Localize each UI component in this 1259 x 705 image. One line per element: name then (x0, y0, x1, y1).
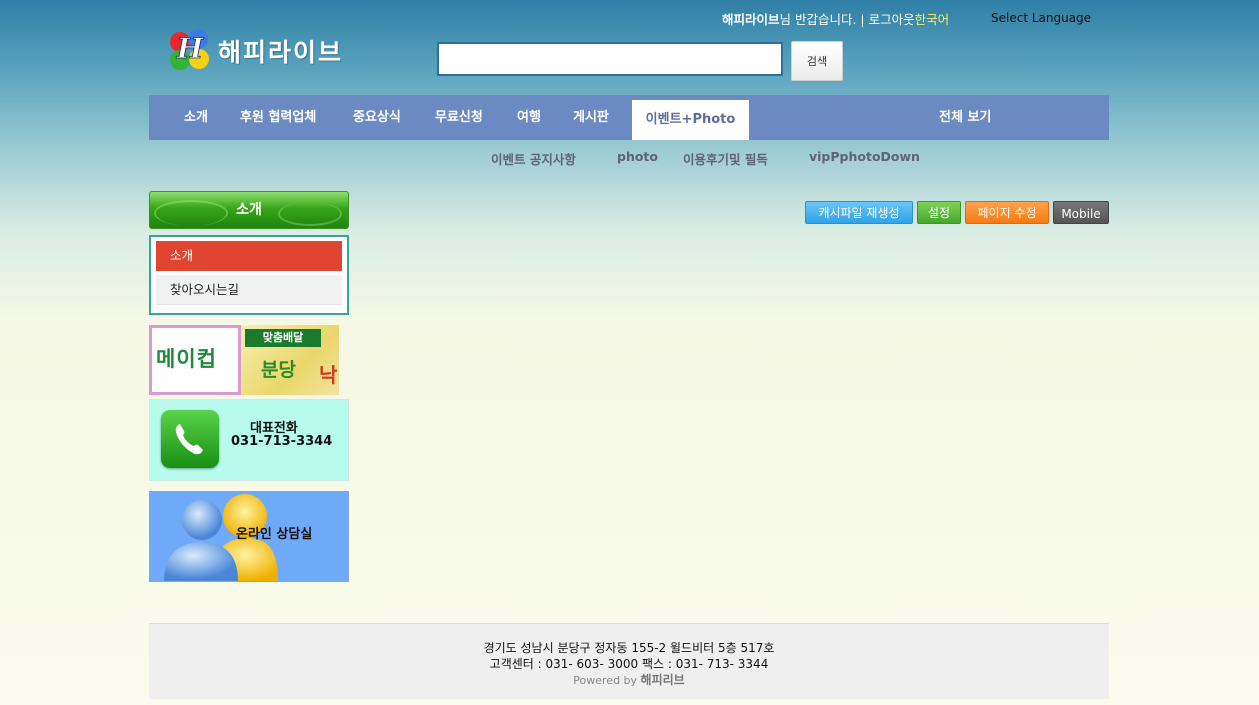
powered-by-brand[interactable]: 해피리브 (641, 673, 685, 687)
clover-logo-icon: H (170, 29, 209, 70)
mobile-button[interactable]: Mobile (1053, 201, 1109, 224)
user-bar: 해피라이브님 반갑습니다. | 로그아웃한국어 (722, 9, 949, 28)
footer-contact: 고객센터 : 031- 603- 3000 팩스 : 031- 713- 334… (489, 657, 769, 671)
makeup-banner[interactable]: 메이컵 맞춤배달 분당 낙 (149, 325, 339, 395)
footer-address: 경기도 성남시 분당구 정자동 155-2 윌드비터 5층 517호 (483, 641, 775, 655)
nav-item-sponsors[interactable]: 후원 협력업체 (240, 95, 316, 140)
decorative-swirl (278, 202, 342, 226)
branch-text: 분당 (261, 359, 296, 381)
nav-item-board[interactable]: 게시판 (573, 95, 609, 140)
nav-item-intro[interactable]: 소개 (184, 95, 208, 140)
settings-button[interactable]: 설정 (917, 201, 961, 224)
sub-nav-reviews[interactable]: 이용후기및 필독 (683, 149, 768, 168)
delivery-tag: 맞춤배달 (245, 329, 321, 347)
sidebar-title-text: 소개 (236, 202, 262, 218)
sub-nav-photo[interactable]: photo (617, 149, 658, 164)
phone-number: 031-713-3344 (231, 434, 333, 449)
makeup-banner-text: 메이컵 (156, 347, 217, 371)
sub-nav: 이벤트 공지사항 photo 이용후기및 필독 vipPphotoDown (149, 143, 1109, 171)
sub-nav-event-notice[interactable]: 이벤트 공지사항 (491, 149, 576, 168)
nav-item-travel[interactable]: 여행 (517, 95, 541, 140)
site-logo[interactable]: H 해피라이브 (166, 26, 366, 74)
banner-extra-text: 낙 (319, 363, 338, 387)
greeting-text: 님 반갑습니다. | (779, 12, 869, 27)
main-nav: 소개 후원 협력업체 중요상식 무료신청 여행 게시판 이벤트+Photo 전체… (149, 95, 1109, 140)
sidebar-item-directions[interactable]: 찾아오시는길 (156, 275, 342, 305)
svg-text:H: H (176, 32, 205, 65)
decorative-swirl (154, 200, 228, 226)
nav-item-knowledge[interactable]: 중요상식 (353, 95, 401, 140)
sidebar-title: 소개 (149, 191, 349, 229)
online-consult-banner[interactable]: 온라인 상담실 (149, 491, 349, 582)
phone-banner[interactable]: 대표전화 031-713-3344 (149, 399, 349, 481)
search-button[interactable]: 검색 (791, 41, 843, 81)
search-input[interactable] (437, 42, 783, 76)
sidebar-item-intro[interactable]: 소개 (156, 241, 342, 271)
makeup-banner-right: 맞춤배달 분당 낙 (241, 325, 339, 395)
sub-nav-vip-photo-down[interactable]: vipPphotoDown (809, 149, 920, 164)
consult-label: 온라인 상담실 (236, 527, 313, 542)
powered-by-text: Powered by (573, 674, 638, 687)
nav-item-event-photo[interactable]: 이벤트+Photo (632, 100, 749, 140)
nav-item-view-all[interactable]: 전체 보기 (939, 95, 991, 140)
edit-page-button[interactable]: 페이지 수정 (965, 201, 1049, 224)
makeup-banner-left: 메이컵 (149, 325, 241, 395)
footer: 경기도 성남시 분당구 정자동 155-2 윌드비터 5층 517호 고객센터 … (149, 623, 1109, 699)
select-language-dropdown[interactable]: Select Language (991, 11, 1091, 25)
powered-by: Powered by 해피리브 (149, 671, 1109, 688)
nav-item-free-apply[interactable]: 무료신청 (435, 95, 483, 140)
regenerate-cache-button[interactable]: 캐시파일 재생성 (805, 201, 913, 224)
logout-link[interactable]: 로그아웃 (869, 12, 915, 27)
user-name: 해피라이브 (722, 12, 780, 27)
phone-icon (161, 410, 219, 468)
site-logo-text: 해피라이브 (218, 38, 344, 67)
language-korean-link[interactable]: 한국어 (915, 12, 950, 27)
sidebar-menu: 소개 찾아오시는길 (149, 235, 349, 315)
